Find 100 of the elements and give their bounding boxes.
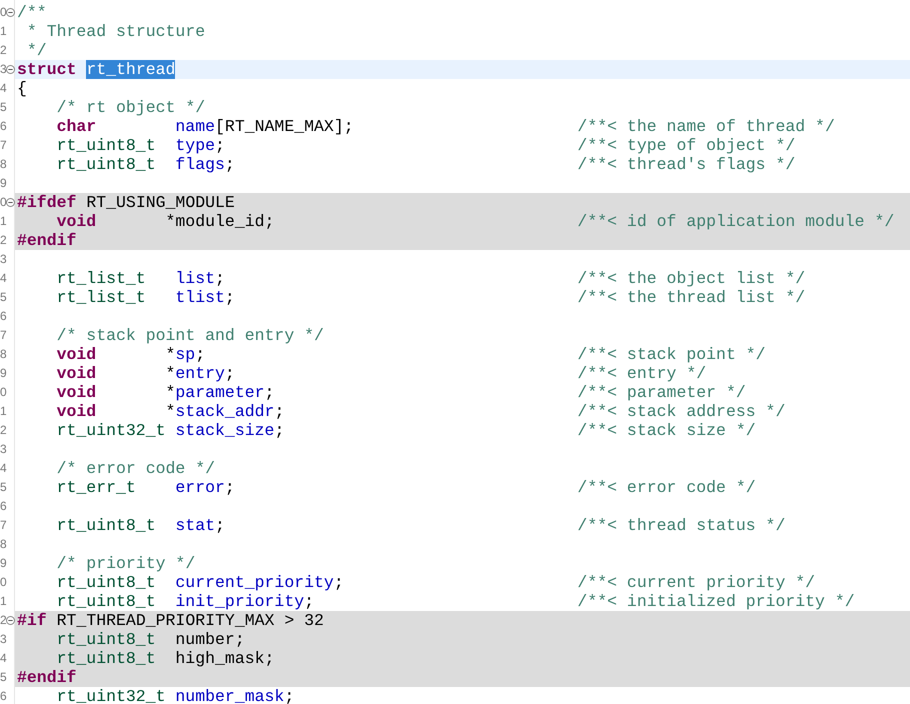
line-number: 7 [0, 137, 6, 154]
code-comment: /**< id of application module */ [577, 212, 894, 231]
punctuation: ; [234, 630, 245, 649]
pointer-operator: * [166, 402, 176, 421]
field-name: error [175, 478, 225, 497]
line-number: 2 [0, 42, 6, 59]
line-number: 3 [0, 631, 6, 648]
punctuation: ; [224, 288, 235, 307]
field-name: type [175, 136, 216, 155]
keyword: #endif [17, 668, 76, 687]
punctuation: ; [274, 402, 284, 421]
collapse-icon[interactable] [6, 8, 15, 17]
code-comment: /**< thread's flags */ [577, 155, 796, 174]
keyword: void [56, 364, 98, 383]
line-number: 6 [0, 688, 6, 704]
line-number: 9 [0, 175, 6, 192]
field-name: entry [175, 364, 225, 383]
type-name: rt_uint8_t [56, 136, 157, 155]
line-number: 1 [0, 403, 6, 420]
type-name: rt_uint8_t [56, 592, 157, 611]
punctuation: ; [304, 592, 314, 611]
line-number: 1 [0, 23, 6, 40]
code-text: { [17, 79, 27, 98]
code-comment: /**< stack point */ [577, 345, 766, 364]
code-text: number [175, 630, 235, 649]
pointer-operator: * [166, 364, 176, 383]
type-name: rt_uint32_t [56, 421, 167, 440]
field-name: list [175, 269, 216, 288]
keyword: void [56, 383, 98, 402]
line-number: 6 [0, 308, 6, 325]
line-number: 3 [0, 441, 6, 458]
punctuation: ; [215, 516, 225, 535]
pointer-operator: * [166, 345, 176, 364]
line-number: 5 [0, 99, 6, 116]
type-name: rt_uint32_t [56, 687, 167, 704]
field-name: stat [175, 516, 216, 535]
punctuation: ; [284, 687, 294, 704]
code-comment: /**< stack size */ [577, 421, 756, 440]
keyword: char [56, 117, 98, 136]
pointer-operator: * [166, 383, 176, 402]
type-name: rt_list_t [56, 288, 147, 307]
punctuation: ; [264, 212, 274, 231]
line-number: 5 [0, 479, 6, 496]
keyword: struct [17, 60, 76, 79]
field-name: number_mask [175, 687, 284, 704]
code-text: module_id [175, 212, 265, 231]
type-name: rt_uint8_t [56, 573, 157, 592]
code-comment: /**< error code */ [577, 478, 756, 497]
code-comment: /**< the thread list */ [577, 288, 806, 307]
line-number: 8 [0, 536, 6, 553]
code-comment: /**< stack address */ [577, 402, 786, 421]
field-name: init_priority [175, 592, 304, 611]
line-number: 6 [0, 118, 6, 135]
line-number: 9 [0, 555, 6, 572]
type-name: rt_uint8_t [56, 516, 157, 535]
code-comment: /**< entry */ [577, 364, 706, 383]
type-name: rt_list_t [56, 269, 147, 288]
line-number: 0 [0, 4, 6, 21]
field-name: name [175, 117, 216, 136]
field-name: parameter [175, 383, 265, 402]
punctuation: ; [195, 345, 206, 364]
type-name: rt_err_t [56, 478, 137, 497]
line-number: 2 [0, 612, 6, 629]
line-number: 2 [0, 422, 6, 439]
code-text: high_mask [175, 649, 265, 668]
line-number: 5 [0, 289, 6, 306]
punctuation: ; [224, 155, 235, 174]
type-name: rt_uint8_t [56, 155, 157, 174]
collapse-icon[interactable] [6, 65, 15, 74]
line-number: 3 [0, 251, 6, 268]
line-number: 7 [0, 517, 6, 534]
line-number: 1 [0, 593, 6, 610]
code-comment: /**< parameter */ [577, 383, 746, 402]
punctuation: ; [274, 421, 284, 440]
selected-text: rt_thread [86, 60, 176, 79]
code-comment: /**< the name of thread */ [577, 117, 835, 136]
code-comment: /**< current priority */ [577, 573, 816, 592]
keyword: void [56, 402, 98, 421]
punctuation: ; [224, 364, 235, 383]
line-number: 8 [0, 346, 6, 363]
keyword: #if [17, 611, 47, 630]
line-number: 3 [0, 61, 6, 78]
line-number: 7 [0, 327, 6, 344]
line-number: 1 [0, 213, 6, 230]
line-number: 6 [0, 498, 6, 515]
line-number: 4 [0, 270, 6, 287]
line-number: 4 [0, 460, 6, 477]
line-number: 0 [0, 384, 6, 401]
code-text: RT_THREAD_PRIORITY_MAX > 32 [56, 611, 324, 630]
punctuation: ; [334, 573, 344, 592]
punctuation: ; [224, 478, 235, 497]
code-comment: /**< thread status */ [577, 516, 786, 535]
line-number: 8 [0, 156, 6, 173]
field-name: tlist [175, 288, 225, 307]
code-comment: /**< initialized priority */ [577, 592, 855, 611]
line-number: 0 [0, 194, 6, 211]
punctuation: [RT_NAME_MAX]; [215, 117, 354, 136]
code-comment: */ [26, 41, 47, 60]
punctuation: ; [215, 136, 225, 155]
punctuation: ; [215, 269, 225, 288]
